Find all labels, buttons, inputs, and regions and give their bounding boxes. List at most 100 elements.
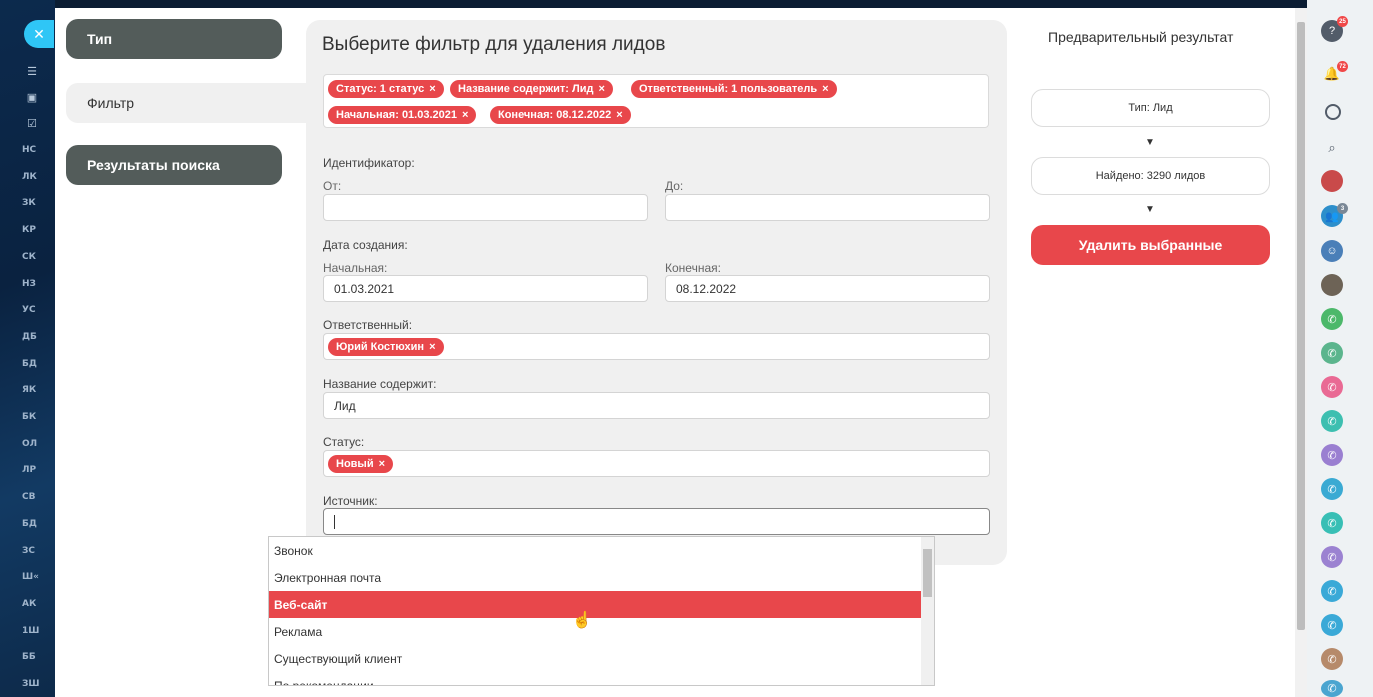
tab-filter[interactable]: Фильтр [66, 83, 307, 123]
nav-abbreviation-item[interactable]: БК [22, 412, 36, 422]
bell-badge: 72 [1337, 61, 1348, 72]
search-icon[interactable]: ⌕ [1321, 137, 1343, 159]
avatar[interactable] [1321, 170, 1343, 192]
tab-search-results[interactable]: Результаты поиска [66, 145, 282, 185]
start-date-input[interactable]: 01.03.2021 [323, 275, 648, 302]
nav-abbreviation-item[interactable]: ЯК [22, 385, 36, 395]
down-arrow-icon: ▼ [1145, 204, 1155, 215]
tasks-icon[interactable]: ▣ [25, 92, 39, 104]
down-arrow-icon: ▼ [1145, 137, 1155, 148]
nav-abbreviation-item[interactable]: ОЛ [22, 439, 37, 449]
phone-icon[interactable]: ✆ [1321, 512, 1343, 534]
filter-chip-name[interactable]: Название содержит: Лид × [450, 80, 613, 98]
nav-abbreviation-item[interactable]: БД [22, 359, 37, 369]
chip-close-icon[interactable]: × [598, 83, 604, 95]
from-label: От: [323, 179, 342, 193]
status-label: Статус: [323, 435, 365, 449]
source-dropdown: Звонок Электронная почта Веб-сайт Реклам… [268, 536, 935, 686]
nav-abbreviation-item[interactable]: ЗШ [22, 679, 40, 689]
phone-icon[interactable]: ✆ [1321, 614, 1343, 636]
page-scroll-thumb[interactable] [1297, 22, 1305, 630]
nav-abbreviation-item[interactable]: УС [22, 305, 36, 315]
nav-abbreviation-item[interactable]: АК [22, 599, 36, 609]
phone-icon[interactable]: ✆ [1321, 648, 1343, 670]
delete-selected-button[interactable]: Удалить выбранные [1031, 225, 1270, 265]
chip-close-icon[interactable]: × [429, 341, 435, 353]
source-label: Источник: [323, 494, 378, 508]
nav-abbreviation-item[interactable]: ЛР [22, 465, 36, 475]
phone-icon[interactable]: ✆ [1321, 444, 1343, 466]
name-contains-label: Название содержит: [323, 377, 437, 391]
dropdown-option[interactable]: Существующий клиент [269, 645, 921, 672]
nav-abbreviation-item[interactable]: ЗС [22, 546, 35, 556]
id-to-input[interactable] [665, 194, 990, 221]
chip-close-icon[interactable]: × [822, 83, 828, 95]
dropdown-scrollbar[interactable] [921, 537, 934, 685]
phone-icon[interactable]: ✆ [1321, 376, 1343, 398]
nav-abbreviation-item[interactable]: КР [22, 225, 36, 235]
filter-chip-start-date[interactable]: Начальная: 01.03.2021 × [328, 106, 477, 124]
filter-chip-status[interactable]: Статус: 1 статус × [328, 80, 444, 98]
dropdown-option[interactable]: Реклама [269, 618, 921, 645]
chip-close-icon[interactable]: × [379, 458, 385, 470]
phone-icon[interactable]: ✆ [1321, 342, 1343, 364]
nav-abbreviation-item[interactable]: ЛК [22, 172, 37, 182]
phone-icon[interactable]: ✆ [1321, 546, 1343, 568]
filter-panel: Выберите фильтр для удаления лидов Стату… [306, 20, 1007, 565]
responsible-chip[interactable]: Юрий Костюхин × [328, 337, 444, 356]
end-date-input[interactable]: 08.12.2022 [665, 275, 990, 302]
type-result-box: Тип: Лид [1031, 89, 1270, 127]
hand-cursor-icon: ☝ [572, 612, 592, 629]
dropdown-scroll-thumb[interactable] [923, 549, 932, 597]
group-chat-icon[interactable]: ☺ [1321, 240, 1343, 262]
phone-icon[interactable]: ✆ [1321, 680, 1343, 697]
page-scrollbar[interactable] [1295, 8, 1307, 697]
found-result-box: Найдено: 3290 лидов [1031, 157, 1270, 195]
status-input[interactable]: Новый × [323, 450, 990, 477]
responsible-input[interactable]: Юрий Костюхин × [323, 333, 990, 360]
group-badge: 3 [1337, 203, 1348, 214]
nav-abbreviation-item[interactable]: БД [22, 519, 37, 529]
nav-abbreviation-item[interactable]: СВ [22, 492, 35, 502]
chat-icon[interactable] [1325, 104, 1341, 120]
dropdown-option[interactable]: Электронная почта [269, 564, 921, 591]
help-badge: 25 [1337, 16, 1348, 27]
phone-icon[interactable]: ✆ [1321, 410, 1343, 432]
name-contains-input[interactable]: Лид [323, 392, 990, 419]
nav-abbreviation-item[interactable]: НЗ [22, 279, 36, 289]
nav-abbreviation-item[interactable]: 1Ш [22, 626, 39, 636]
id-from-input[interactable] [323, 194, 648, 221]
filter-chip-responsible[interactable]: Ответственный: 1 пользователь × [631, 80, 837, 98]
tab-type[interactable]: Тип [66, 19, 282, 59]
status-chip[interactable]: Новый × [328, 454, 394, 473]
to-label: До: [665, 179, 684, 193]
nav-abbreviation-item[interactable]: ЗК [22, 198, 36, 208]
avatar[interactable] [1321, 274, 1343, 296]
dropdown-option[interactable]: Звонок [269, 537, 921, 564]
filter-chip-end-date[interactable]: Конечная: 08.12.2022 × [490, 106, 631, 124]
end-date-label: Конечная: [665, 261, 721, 275]
responsible-label: Ответственный: [323, 318, 413, 332]
active-filters-box: Статус: 1 статус × Название содержит: Лид… [323, 74, 989, 128]
dropdown-option[interactable]: По рекомендации [269, 672, 921, 686]
panel-title: Выберите фильтр для удаления лидов [322, 34, 666, 55]
phone-icon[interactable]: ✆ [1321, 580, 1343, 602]
nav-abbreviation-item[interactable]: СК [22, 252, 36, 262]
chip-close-icon[interactable]: × [616, 109, 622, 121]
nav-abbreviation-item[interactable]: Ш« [22, 572, 39, 582]
date-label: Дата создания: [323, 238, 408, 252]
nav-abbreviation-item[interactable]: НС [22, 145, 36, 155]
menu-icon[interactable]: ☰ [25, 66, 39, 78]
chip-close-icon[interactable]: × [429, 83, 435, 95]
chip-close-icon[interactable]: × [462, 109, 468, 121]
phone-icon[interactable]: ✆ [1321, 478, 1343, 500]
source-input[interactable] [323, 508, 990, 535]
dropdown-option-selected[interactable]: Веб-сайт [269, 591, 921, 618]
id-label: Идентификатор: [323, 156, 415, 170]
close-icon[interactable]: ✕ [24, 20, 54, 48]
text-cursor [334, 514, 335, 529]
phone-icon[interactable]: ✆ [1321, 308, 1343, 330]
checkbox-icon[interactable]: ☑ [25, 118, 39, 130]
nav-abbreviation-item[interactable]: ББ [22, 652, 36, 662]
nav-abbreviation-item[interactable]: ДБ [22, 332, 37, 342]
